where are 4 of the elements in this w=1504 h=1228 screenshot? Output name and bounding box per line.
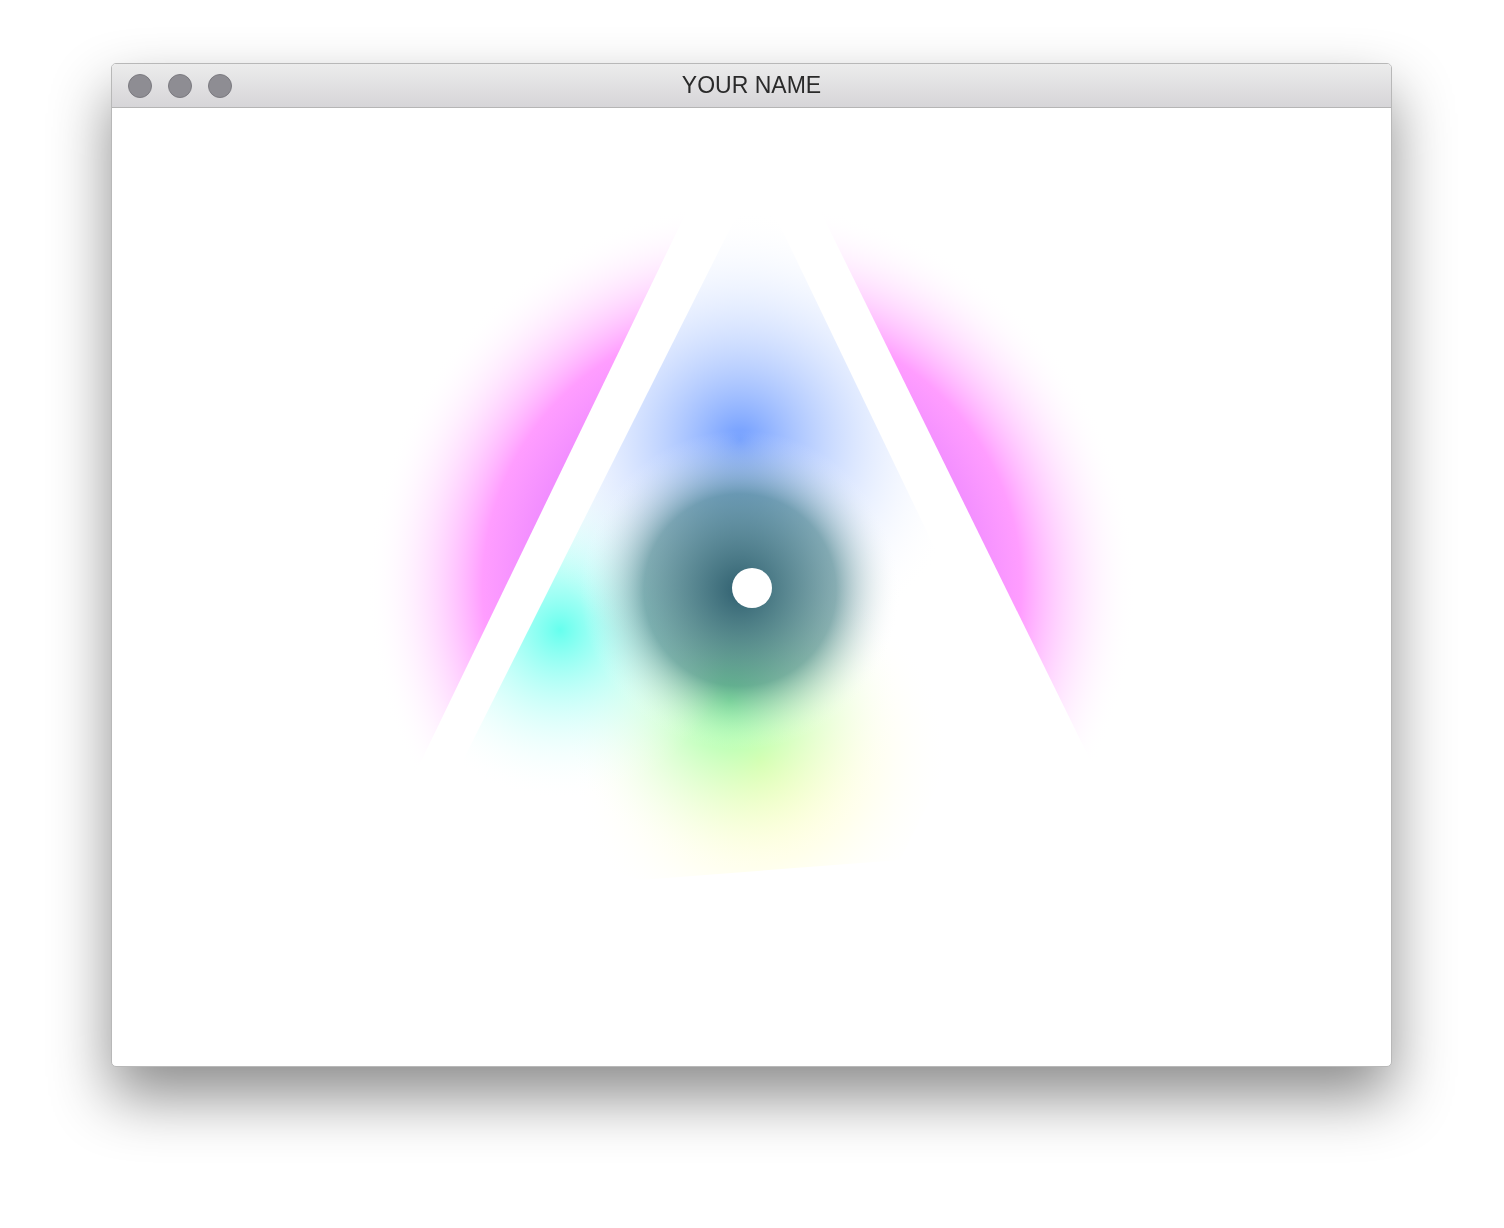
- minimize-icon[interactable]: [168, 73, 192, 98]
- maximize-icon[interactable]: [208, 73, 232, 98]
- close-icon[interactable]: [128, 73, 152, 98]
- window-title: YOUR NAME: [681, 71, 822, 101]
